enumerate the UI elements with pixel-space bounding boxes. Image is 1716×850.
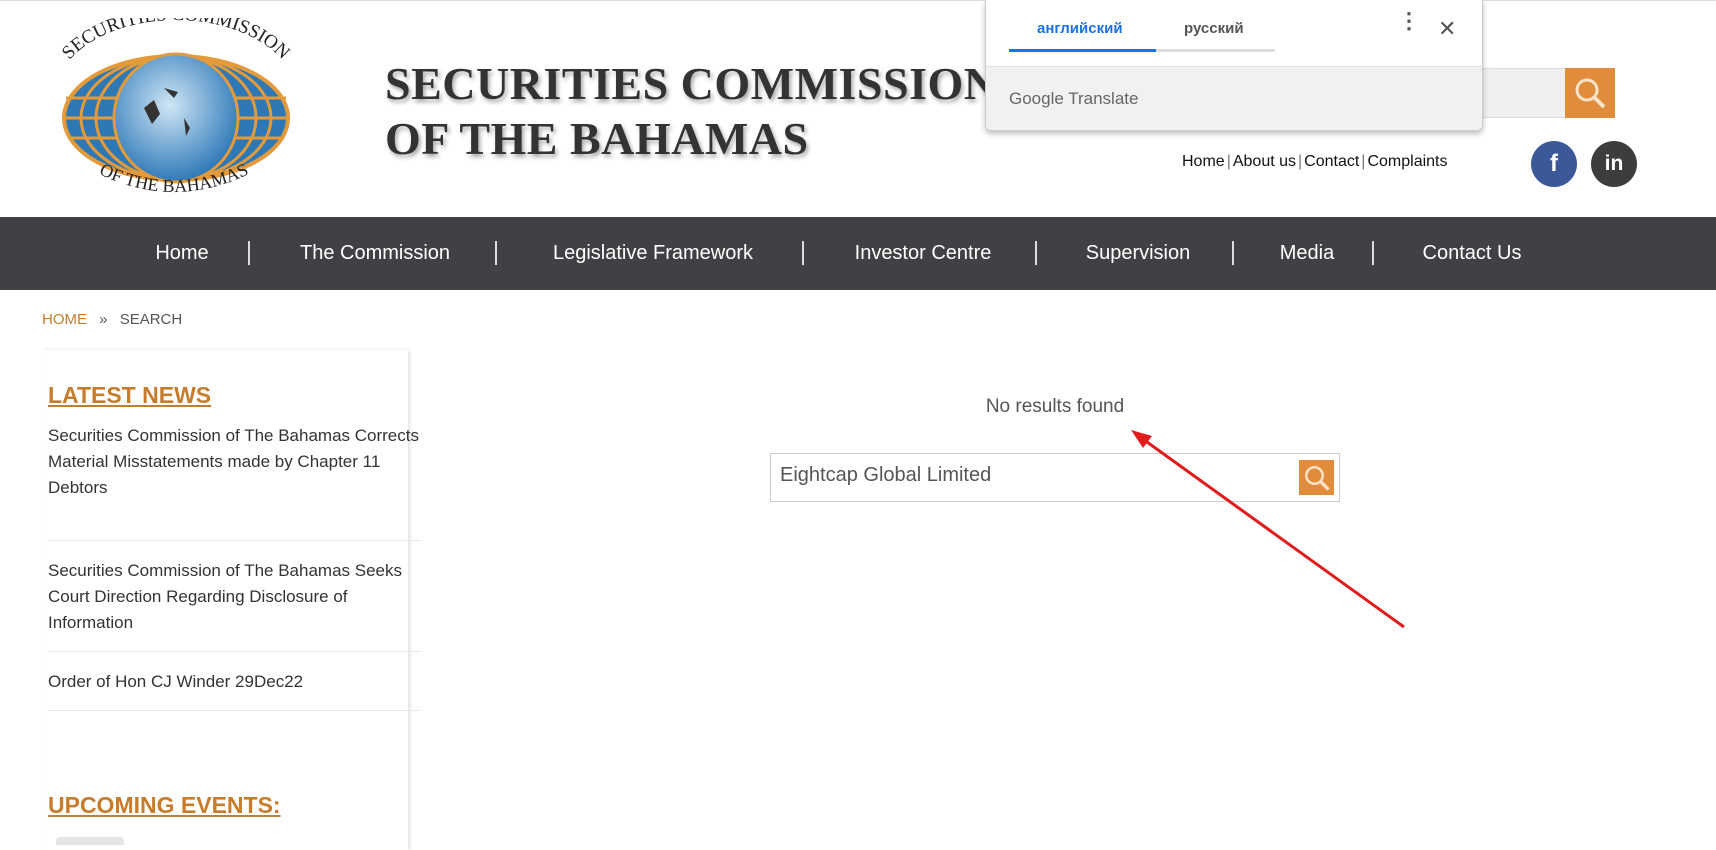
header-search-button[interactable]: [1565, 68, 1615, 118]
breadcrumb-separator: »: [99, 311, 108, 328]
nav-investor-centre[interactable]: Investor Centre: [855, 217, 992, 290]
news-item[interactable]: Order of Hon CJ Winder 29Dec22: [48, 669, 420, 711]
news-item[interactable]: Securities Commission of The Bahamas See…: [48, 558, 420, 652]
sidebar: LATEST NEWS Securities Commission of The…: [42, 350, 420, 850]
breadcrumb-current: SEARCH: [119, 311, 183, 328]
search-form: [770, 453, 1340, 502]
logo[interactable]: SECURITIES COMMISSION OF THE BAHAMAS: [44, 18, 308, 206]
main-nav: Home The Commission Legislative Framewor…: [0, 217, 1716, 290]
translate-footer: Google Translate: [986, 66, 1482, 130]
language-tabs: английский русский: [1009, 0, 1275, 52]
no-results-message: No results found: [985, 396, 1125, 417]
toplink-home[interactable]: Home: [1182, 153, 1225, 170]
magnifier-icon: [1575, 78, 1606, 109]
tab-english[interactable]: английский: [1037, 20, 1123, 37]
breadcrumb: HOME » SEARCH: [42, 311, 182, 328]
nav-supervision[interactable]: Supervision: [1086, 217, 1191, 290]
search-button[interactable]: [1299, 460, 1334, 495]
nav-divider: [248, 241, 250, 265]
toplink-complaints[interactable]: Complaints: [1367, 153, 1447, 170]
site-title-line2: OF THE BAHAMAS: [385, 113, 809, 164]
top-links: Home | About us | Contact | Complaints: [1182, 153, 1448, 170]
latest-news-heading[interactable]: LATEST NEWS: [48, 382, 211, 409]
nav-the-commission[interactable]: The Commission: [300, 217, 450, 290]
more-vert-icon[interactable]: ⋮: [1398, 10, 1420, 32]
nav-divider: [1232, 241, 1234, 265]
news-item[interactable]: Securities Commission of The Bahamas Cor…: [48, 423, 420, 541]
tab-russian[interactable]: русский: [1184, 20, 1244, 37]
search-input[interactable]: [780, 464, 1280, 487]
linkedin-icon[interactable]: in: [1591, 141, 1637, 187]
nav-divider: [495, 241, 497, 265]
close-icon[interactable]: ✕: [1438, 16, 1456, 42]
facebook-icon[interactable]: f: [1531, 141, 1577, 187]
nav-divider: [1372, 241, 1374, 265]
google-translate-popup: английский русский ⋮ ✕ Google Translate: [985, 0, 1483, 131]
toplink-about[interactable]: About us: [1233, 153, 1296, 170]
upcoming-events-heading[interactable]: UPCOMING EVENTS:: [48, 792, 281, 819]
nav-legislative-framework[interactable]: Legislative Framework: [553, 217, 753, 290]
toplink-contact[interactable]: Contact: [1304, 153, 1359, 170]
nav-media[interactable]: Media: [1280, 217, 1334, 290]
google-translate-label: Google Translate: [1009, 89, 1139, 108]
magnifier-icon: [1304, 465, 1330, 491]
site-title-line1: SECURITIES COMMISSION: [385, 58, 998, 109]
event-placeholder: [56, 837, 124, 845]
nav-divider: [1035, 241, 1037, 265]
nav-home[interactable]: Home: [155, 217, 208, 290]
nav-contact-us[interactable]: Contact Us: [1423, 217, 1522, 290]
nav-divider: [802, 241, 804, 265]
breadcrumb-home[interactable]: HOME: [42, 311, 87, 328]
